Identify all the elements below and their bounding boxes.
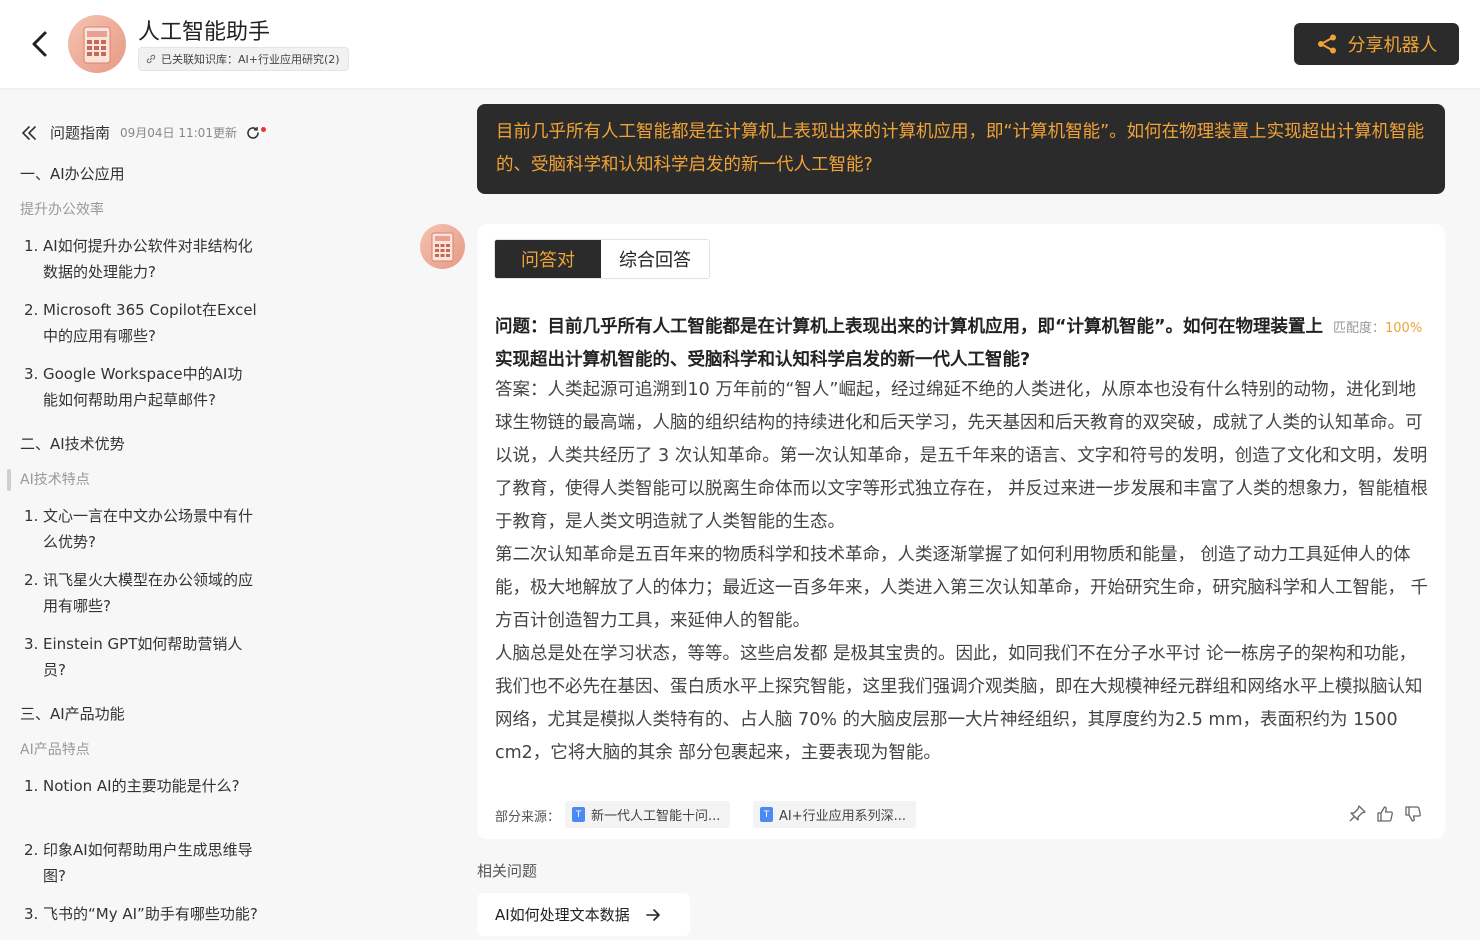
guide-question-item[interactable]: 1. 文心一言在中文办公场景中有什么优势? — [24, 503, 264, 555]
back-button[interactable] — [26, 28, 54, 60]
related-questions-title: 相关问题 — [477, 862, 538, 880]
user-question-bubble: 目前几乎所有人工智能都是在计算机上表现出来的计算机应用，即“计算机智能”。如何在… — [477, 104, 1445, 194]
thumbs-down-icon — [1405, 806, 1421, 822]
related-question-button[interactable]: AI如何处理文本数据 — [477, 893, 690, 936]
source-chip[interactable]: T 新一代人工智能十问... — [565, 801, 731, 828]
matched-question: 问题：目前几乎所有人工智能都是在计算机上表现出来的计算机应用，即“计算机智能”。… — [495, 317, 1323, 370]
link-icon — [146, 54, 156, 64]
doc-icon: T — [760, 807, 773, 822]
guide-question-item[interactable]: 3. Einstein GPT如何帮助营销人员? — [24, 631, 264, 683]
sidebar-header: 问题指南 09月04日 11:01更新 — [20, 122, 266, 143]
answer-body: 答案：人类起源可追溯到10 万年前的“智人”崛起，经过绵延不绝的人类进化，从原本… — [495, 374, 1430, 770]
share-bot-button[interactable]: 分享机器人 — [1294, 23, 1459, 65]
source-title: 新一代人工智能十问... — [591, 809, 721, 824]
dislike-button[interactable] — [1403, 804, 1423, 824]
guide-question-item[interactable]: 1. Notion AI的主要功能是什么? — [24, 773, 244, 799]
sidebar-updated-time: 09月04日 11:01更新 — [120, 126, 237, 140]
sidebar-resize-handle[interactable] — [7, 469, 11, 491]
answer-tabs: 问答对 综合回答 — [494, 239, 710, 279]
app-title: 人工智能助手 — [138, 20, 271, 45]
guide-question-item[interactable]: 1. AI如何提升办公软件对非结构化数据的处理能力? — [24, 233, 264, 285]
arrow-right-icon — [645, 908, 660, 921]
sidebar-title: 问题指南 — [50, 124, 111, 142]
share-bot-label: 分享机器人 — [1347, 35, 1438, 56]
share-icon — [1317, 34, 1336, 54]
pin-button[interactable] — [1347, 804, 1367, 824]
answer-card: 问答对 综合回答 问题：目前几乎所有人工智能都是在计算机上表现出来的计算机应用，… — [477, 224, 1445, 839]
bot-avatar — [420, 224, 465, 269]
refresh-button[interactable] — [245, 125, 266, 141]
section-title: 一、AI办公应用 — [20, 165, 125, 183]
answer-paragraph: 答案：人类起源可追溯到10 万年前的“智人”崛起，经过绵延不绝的人类进化，从原本… — [495, 380, 1429, 532]
source-chip[interactable]: T AI+行业应用系列深... — [753, 801, 917, 828]
tab-summary-answer[interactable]: 综合回答 — [601, 240, 709, 278]
match-value: 100% — [1385, 321, 1423, 336]
knowledge-base-label: 已关联知识库：AI+行业应用研究(2) — [161, 53, 340, 66]
collapse-icon[interactable] — [20, 124, 38, 142]
update-dot — [260, 126, 266, 132]
refresh-icon — [247, 126, 259, 139]
guide-question-item[interactable]: 3. 飞书的“My AI”助手有哪些功能? — [24, 901, 264, 940]
section-subtitle: AI产品特点 — [20, 742, 90, 758]
back-icon — [32, 31, 47, 57]
answer-paragraph: 第二次认知革命是五百年来的物质科学和技术革命，人类逐渐掌握了如何利用物质和能量，… — [495, 545, 1429, 631]
guide-question-item[interactable]: 3. Google Workspace中的AI功能如何帮助用户起草邮件? — [24, 361, 256, 413]
tab-qa-pair[interactable]: 问答对 — [495, 240, 601, 278]
doc-icon: T — [572, 807, 585, 822]
source-title: AI+行业应用系列深... — [779, 809, 907, 824]
knowledge-base-tag[interactable]: 已关联知识库：AI+行业应用研究(2) — [138, 47, 349, 71]
match-score: 匹配度：100% — [1333, 317, 1422, 336]
guide-question-item[interactable]: 2. 印象AI如何帮助用户生成思维导图? — [24, 837, 264, 889]
bot-avatar-large — [68, 15, 126, 73]
answer-paragraph: 人脑总是处在学习状态，等等。这些启发都 是极其宝贵的。因此，如同我们不在分子水平… — [495, 644, 1423, 763]
thumbs-up-icon — [1377, 806, 1393, 822]
header: 人工智能助手 已关联知识库：AI+行业应用研究(2) 分享机器人 — [0, 0, 1480, 88]
like-button[interactable] — [1375, 804, 1395, 824]
pin-icon — [1349, 805, 1366, 822]
question-guide-sidebar: 问题指南 09月04日 11:01更新 一、AI办公应用 提升办公效率 1. AI… — [0, 88, 300, 940]
related-question-label: AI如何处理文本数据 — [495, 906, 630, 924]
section-subtitle: AI技术特点 — [20, 472, 90, 488]
section-title: 二、AI技术优势 — [20, 435, 125, 453]
section-subtitle: 提升办公效率 — [20, 202, 104, 218]
guide-question-item[interactable]: 2. 讯飞星火大模型在办公领域的应用有哪些? — [24, 567, 264, 619]
sources-label: 部分来源： — [495, 810, 561, 825]
section-title: 三、AI产品功能 — [20, 705, 125, 723]
match-label: 匹配度： — [1333, 321, 1386, 336]
guide-question-item[interactable]: 2. Microsoft 365 Copilot在Excel中的应用有哪些? — [24, 297, 264, 349]
